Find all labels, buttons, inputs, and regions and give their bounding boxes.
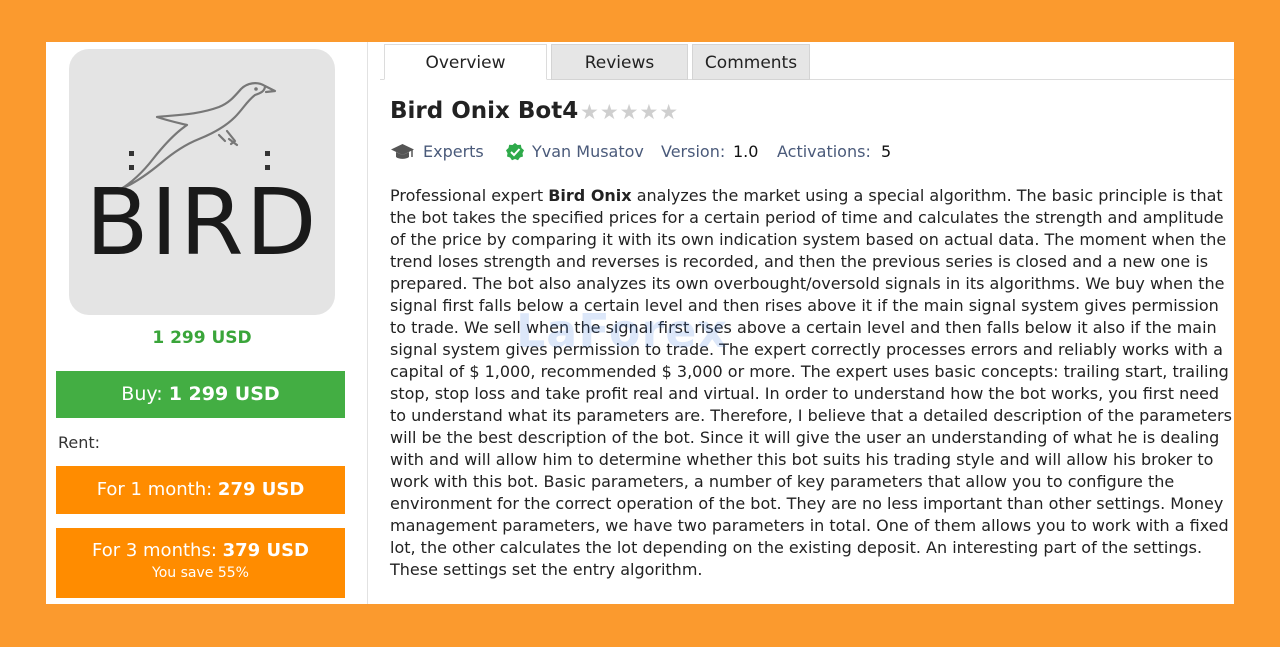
logo-text: BIRD [85, 169, 319, 276]
rent-3-months-main: For 3 months: 379 USD [56, 540, 345, 561]
price-label: 1 299 USD [152, 328, 252, 348]
version-value: 1.0 [733, 142, 759, 161]
tab-overview[interactable]: Overview [384, 44, 547, 80]
rent-3-months-button[interactable]: For 3 months: 379 USD You save 55% [56, 528, 345, 598]
tab-bar: Overview Reviews Comments [380, 42, 1234, 80]
verified-check-icon [505, 142, 525, 169]
rating-stars[interactable]: ★★★★★ [580, 100, 679, 124]
buy-button[interactable]: Buy: 1 299 USD [56, 371, 345, 418]
rent-3-months-amount: 379 USD [222, 540, 309, 561]
description-intro: Professional expert [390, 186, 549, 205]
product-logo: BIRD [69, 49, 335, 315]
category-link[interactable]: Experts [423, 140, 484, 164]
rent-3-months-savings: You save 55% [152, 565, 249, 581]
description-body: analyzes the market using a special algo… [390, 186, 1232, 579]
product-title: Bird Onix Bot4 [390, 98, 579, 124]
buy-button-label: Buy: [121, 383, 169, 405]
rent-1-month-amount: 279 USD [217, 479, 305, 500]
rent-1-month-label: For 1 month: [96, 479, 218, 500]
purchase-panel: BIRD 1 299 USD Buy: 1 299 USD Rent: For … [46, 42, 368, 604]
graduation-cap-icon [390, 142, 415, 169]
activations-value: 5 [881, 142, 892, 161]
rent-3-months-label: For 3 months: [92, 540, 223, 561]
tab-reviews[interactable]: Reviews [551, 44, 688, 80]
description-product-name: Bird Onix [548, 186, 632, 205]
buy-button-amount: 1 299 USD [168, 383, 280, 405]
rent-label: Rent: [58, 433, 101, 452]
product-description: Professional expert Bird Onix analyzes t… [390, 185, 1234, 581]
activations-label: Activations: [777, 142, 871, 161]
version-label: Version: [661, 142, 726, 161]
tab-comments[interactable]: Comments [692, 44, 810, 80]
product-card: BIRD 1 299 USD Buy: 1 299 USD Rent: For … [46, 42, 1234, 604]
author-link[interactable]: Yvan Musatov [532, 140, 644, 164]
rent-1-month-button[interactable]: For 1 month: 279 USD [56, 466, 345, 514]
